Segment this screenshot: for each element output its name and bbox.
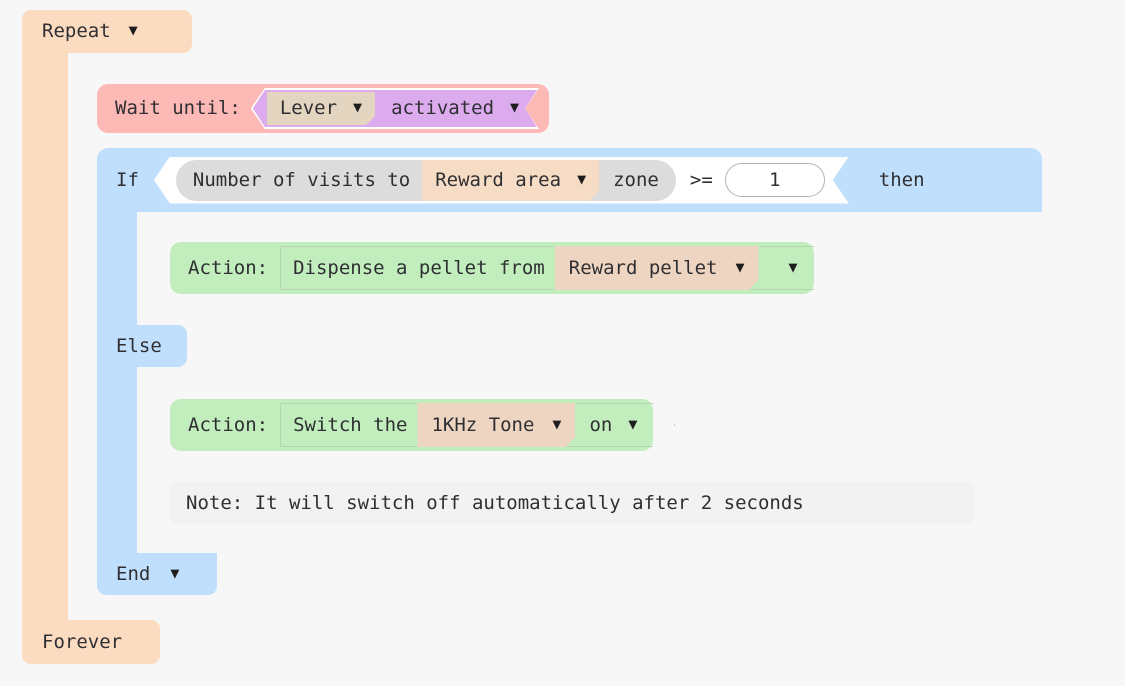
repeat-block-spine (22, 46, 68, 624)
note-banner: Note: It will switch off automatically a… (170, 482, 974, 524)
chevron-down-icon[interactable]: ▼ (735, 260, 744, 275)
chevron-down-icon[interactable]: ▼ (628, 416, 637, 432)
condition-value: 1 (769, 168, 781, 191)
end-block-tab[interactable]: End ▼ (97, 553, 217, 595)
condition-zone-dropdown[interactable]: Reward area ▼ (422, 160, 599, 201)
action-body-dispense: Dispense a pellet from Reward pellet ▼ ▼ (280, 246, 814, 290)
action-body-tone: Switch the 1KHz Tone ▼ on ▼ (280, 403, 654, 447)
action-label: Action: (188, 256, 269, 279)
action-option-value: on (589, 413, 613, 436)
action-block-tone[interactable]: Action: Switch the 1KHz Tone ▼ on ▼ (170, 399, 654, 451)
action-device-value: Reward pellet (568, 256, 718, 279)
action-device-value: 1KHz Tone (431, 413, 535, 436)
chevron-down-icon[interactable]: ▼ (170, 565, 179, 581)
condition-value-input[interactable]: 1 (725, 163, 825, 197)
forever-label: Forever (42, 630, 123, 653)
end-label: End (116, 562, 151, 585)
if-label: If (116, 168, 139, 191)
wait-state-value: activated (391, 97, 495, 119)
repeat-label: Repeat (42, 20, 111, 42)
if-condition-slot: Number of visits to Reward area ▼ zone >… (154, 157, 849, 204)
else-label: Else (116, 334, 162, 357)
action-label: Action: (188, 413, 269, 436)
if-condition-expression[interactable]: Number of visits to Reward area ▼ zone (176, 160, 676, 201)
repeat-block-footer[interactable]: Forever (22, 620, 160, 664)
condition-operator[interactable]: >= (690, 171, 713, 190)
wait-state-dropdown[interactable]: activated ▼ (391, 99, 519, 118)
else-block-tab[interactable]: Else (97, 325, 187, 367)
condition-prefix-label: Number of visits to (192, 168, 411, 191)
action-device-dropdown[interactable]: Reward pellet ▼ (555, 246, 759, 290)
wait-until-block[interactable]: Wait until: Lever ▼ activated ▼ (97, 84, 550, 133)
condition-zone-value: Reward area (435, 168, 562, 191)
chevron-down-icon[interactable]: ▼ (789, 259, 798, 275)
wait-source-value: Lever (279, 97, 338, 119)
action-option-dropdown[interactable]: ▼ (759, 259, 814, 276)
action-block-dispense[interactable]: Action: Dispense a pellet from Reward pe… (170, 242, 814, 294)
action-verb-label: Dispense a pellet from (293, 256, 545, 279)
chevron-down-icon[interactable]: ▼ (577, 172, 586, 187)
wait-source-dropdown[interactable]: Lever ▼ (267, 92, 375, 125)
wait-until-label: Wait until: (115, 97, 241, 119)
action-verb-label: Switch the (293, 413, 408, 436)
chevron-down-icon[interactable]: ▼ (510, 100, 519, 115)
chevron-down-icon[interactable]: ▼ (552, 417, 561, 432)
chevron-down-icon[interactable]: ▼ (129, 23, 138, 38)
if-block-spine (97, 210, 137, 555)
wait-condition-slot: Lever ▼ activated ▼ (251, 88, 539, 129)
block-program-canvas: Repeat ▼ Forever Wait until: Lever ▼ act… (0, 0, 1125, 686)
action-device-dropdown[interactable]: 1KHz Tone ▼ (417, 403, 575, 447)
wait-condition-hexagon[interactable]: Lever ▼ activated ▼ (253, 90, 537, 127)
action-option-dropdown[interactable]: on ▼ (575, 413, 653, 436)
then-label: then (878, 168, 925, 191)
condition-suffix-label: zone (613, 168, 659, 191)
if-block-header[interactable]: If Number of visits to Reward area ▼ zon… (97, 148, 1042, 212)
chevron-down-icon[interactable]: ▼ (353, 100, 362, 115)
note-text: Note: It will switch off automatically a… (186, 491, 804, 514)
